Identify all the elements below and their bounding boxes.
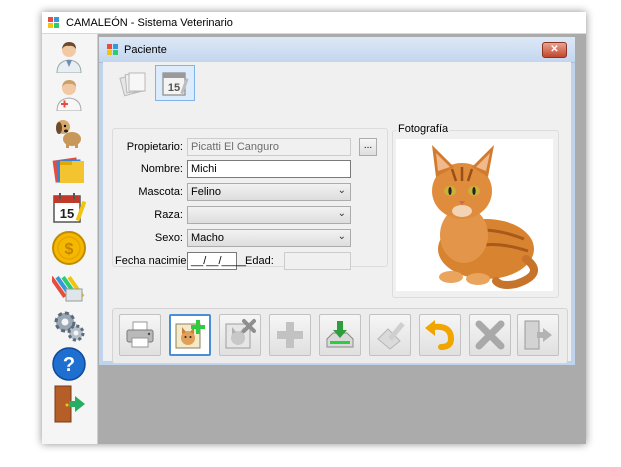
delete-button[interactable] [469,314,511,356]
pet-photo[interactable] [396,139,553,291]
patient-data-group: Propietario: Picatti El Canguro ... Nomb… [112,128,388,270]
help-button[interactable]: ? [50,346,88,382]
photo-group: Fotografía [392,123,559,298]
breed-label: Raza: [154,209,183,221]
doctor-icon [56,42,82,73]
svg-text:$: $ [65,241,74,258]
sex-value: Macho [191,232,225,244]
print-icon [126,321,154,348]
veterinarian-icon [56,80,82,111]
edit-icon [377,322,405,350]
sex-label: Sexo: [154,232,183,244]
add-pet-icon [175,320,205,349]
documents-icon [119,72,146,97]
save-button[interactable] [319,314,361,356]
chevron-down-icon: ⌄ [337,208,346,219]
svg-text:?: ? [63,354,75,376]
window-logo-icon [107,43,120,56]
close-form-button[interactable] [517,314,559,356]
close-button[interactable]: ✕ [542,42,567,58]
gears-icon [54,311,85,342]
cat-photo-icon [432,145,538,289]
side-toolbar: 15 $ ? [42,34,98,444]
dog-icon [56,120,81,148]
action-toolbar [112,308,568,364]
delete-x-icon [475,320,505,350]
help-icon: ? [52,347,86,381]
exit-door-icon [54,385,85,423]
age-field [284,252,351,270]
owner-field[interactable]: Picatti El Canguro [187,138,351,156]
birth-date-label: Fecha nacimiento: [115,255,205,267]
sex-select[interactable]: Macho ⌄ [187,229,351,247]
mdi-workspace: Paciente ✕ 15 Propietario: Picatti El Ca… [98,34,586,444]
photo-legend: Fotografía [396,123,451,135]
edit-button[interactable] [369,314,411,356]
pet-type-label: Mascota: [138,186,183,198]
undo-button[interactable] [419,314,461,356]
tab-calendar[interactable]: 15 [155,65,195,101]
tab-calendar-day: 15 [168,82,180,94]
tools-button[interactable] [50,270,88,306]
calendar-day-text: 15 [60,206,74,221]
tab-documents[interactable] [113,65,153,101]
pet-type-value: Felino [191,186,221,198]
pets-button[interactable] [50,114,88,150]
patient-window-title: Paciente [124,43,167,56]
breed-select[interactable]: ⌄ [187,206,351,224]
owner-label: Propietario: [126,141,183,153]
exit-door-icon [524,320,552,350]
veterinarian-button[interactable] [50,76,88,112]
close-icon: ✕ [550,44,559,55]
app-titlebar: CAMALEÓN - Sistema Veterinario [42,12,586,34]
coin-icon: $ [52,231,86,265]
exit-button[interactable] [50,385,88,423]
name-label: Nombre: [140,163,183,175]
age-label: Edad: [245,255,274,267]
owner-search-button[interactable]: ... [359,138,377,156]
files-button[interactable] [50,152,88,188]
colored-pencils-icon [52,276,85,302]
app-title: CAMALEÓN - Sistema Veterinario [66,16,233,29]
main-window: CAMALEÓN - Sistema Veterinario 15 $ ? Pa… [42,12,586,444]
patient-titlebar: Paciente ✕ [99,37,575,63]
doctor-button[interactable] [50,38,88,74]
undo-icon [425,320,455,350]
birth-date-field[interactable]: __/__/____ [187,252,246,270]
payments-button[interactable]: $ [50,230,88,266]
chevron-down-icon: ⌄ [337,231,346,242]
print-button[interactable] [119,314,161,356]
remove-pet-icon [225,319,256,349]
folders-icon [52,157,84,183]
app-logo-icon [48,16,61,29]
module-tabstrip: 15 [103,62,571,105]
plus-icon [277,322,303,348]
patient-window: Paciente ✕ 15 Propietario: Picatti El Ca… [99,37,575,365]
pet-type-select[interactable]: Felino ⌄ [187,183,351,201]
save-download-icon [326,321,354,348]
name-field[interactable]: Michi [187,160,351,178]
new-button[interactable] [269,314,311,356]
settings-button[interactable] [50,308,88,344]
patient-form-area: Propietario: Picatti El Canguro ... Nomb… [103,104,571,364]
chevron-down-icon: ⌄ [337,185,346,196]
calendar-icon: 15 [53,193,87,223]
calendar-icon: 15 [162,72,189,96]
calendar-button[interactable]: 15 [50,190,88,226]
add-pet-button[interactable] [169,314,211,356]
remove-pet-button[interactable] [219,314,261,356]
